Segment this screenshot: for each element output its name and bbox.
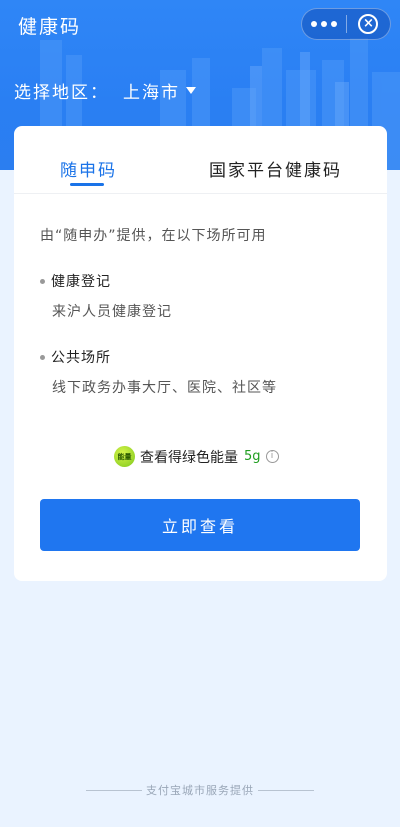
section-title-public-places: 公共场所	[40, 347, 111, 367]
energy-amount: 5g	[244, 449, 261, 464]
info-icon[interactable]: i	[265, 450, 279, 463]
more-button[interactable]	[302, 9, 346, 39]
tab-bar: 随申码 国家平台健康码	[14, 126, 387, 194]
section-desc-health-registration: 来沪人员健康登记	[52, 304, 172, 320]
more-icon	[311, 21, 317, 27]
tab-national-health-code[interactable]: 国家平台健康码	[209, 156, 342, 181]
view-now-button[interactable]: 立即查看	[40, 499, 360, 551]
bullet-icon	[40, 278, 45, 284]
green-energy-row[interactable]: 能量 查看得绿色能量 5g i	[114, 446, 279, 467]
footer-divider-left	[86, 789, 142, 791]
region-selector[interactable]: 选择地区： 上海市	[14, 78, 196, 103]
page-title: 健康码	[18, 16, 82, 38]
footer-divider-right	[258, 789, 314, 791]
close-button[interactable]: ×	[347, 9, 390, 39]
footer: 支付宝城市服务提供	[0, 782, 400, 798]
region-label: 选择地区：	[14, 83, 109, 103]
caret-down-icon	[186, 87, 196, 94]
footer-text: 支付宝城市服务提供	[146, 784, 254, 797]
section-title-health-registration: 健康登记	[40, 271, 111, 291]
intro-text: 由“随申办”提供，在以下场所可用	[40, 228, 267, 244]
energy-text: 查看得绿色能量	[140, 449, 238, 466]
bullet-icon	[40, 354, 45, 360]
active-tab-indicator	[70, 183, 104, 186]
energy-badge-icon: 能量	[114, 446, 135, 467]
region-value: 上海市	[123, 83, 180, 103]
mini-program-capsule: ×	[301, 8, 391, 40]
tab-suishenma[interactable]: 随申码	[60, 156, 117, 181]
section-desc-public-places: 线下政务办事大厅、医院、社区等	[52, 380, 277, 396]
health-code-card: 随申码 国家平台健康码 由“随申办”提供，在以下场所可用 健康登记 来沪人员健康…	[14, 126, 387, 581]
close-icon: ×	[358, 14, 379, 34]
